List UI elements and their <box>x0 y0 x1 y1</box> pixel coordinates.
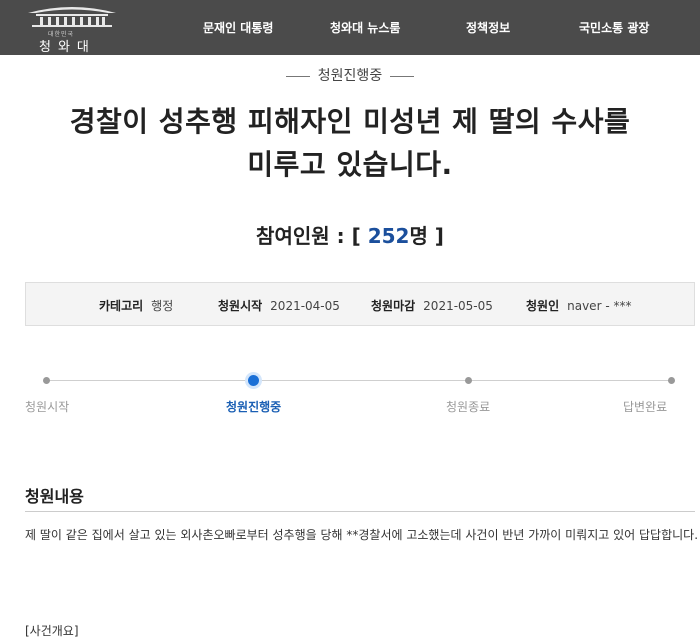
meta-category-key: 카테고리 <box>99 299 144 313</box>
meta-author-key: 청원인 <box>526 299 560 313</box>
cheongwadae-logo[interactable]: 대한민국 청와대 <box>14 3 124 55</box>
nav-public-square[interactable]: 국민소통 광장 <box>579 0 649 55</box>
meta-end-value: 2021-05-05 <box>423 299 493 313</box>
meta-end-key: 청원마감 <box>371 299 416 313</box>
meta-category-value: 행정 <box>151 299 174 313</box>
petition-content-heading: 청원내용 <box>25 487 84 506</box>
progress-step-start: 청원시작 <box>25 400 70 414</box>
progress-dot-start <box>43 377 50 384</box>
meta-end-date: 청원마감 2021-05-05 <box>371 297 493 314</box>
content-divider <box>25 511 695 512</box>
nav-president[interactable]: 문재인 대통령 <box>203 0 273 55</box>
meta-start-key: 청원시작 <box>218 299 263 313</box>
meta-category: 카테고리 행정 <box>99 297 173 314</box>
progress-step-answered: 답변완료 <box>623 400 668 414</box>
participants-label: 참여인원 : [ <box>256 224 361 248</box>
participants-count: 참여인원 : [ 252명 ] <box>0 220 700 249</box>
meta-author: 청원인 naver - *** <box>526 297 631 314</box>
petition-title: 경찰이 성추행 피해자인 미성년 제 딸의 수사를 미루고 있습니다. <box>30 100 670 186</box>
nav-policy-info[interactable]: 정책정보 <box>466 0 510 55</box>
progress-dot-closed <box>465 377 472 384</box>
progress-dot-answered <box>668 377 675 384</box>
progress-step-closed: 청원종료 <box>446 400 491 414</box>
top-navigation-bar: 대한민국 청와대 문재인 대통령 청와대 뉴스룸 정책정보 국민소통 광장 <box>0 0 700 55</box>
petition-content-paragraph: 제 딸이 같은 집에서 살고 있는 외사촌오빠로부터 성추행을 당해 **경찰서… <box>25 528 699 542</box>
status-right-rule <box>390 75 415 77</box>
meta-start-date: 청원시작 2021-04-05 <box>218 297 340 314</box>
meta-author-value: naver - *** <box>567 299 632 313</box>
petition-status-label: 청원진행중 <box>317 68 383 84</box>
nav-newsroom[interactable]: 청와대 뉴스룸 <box>330 0 400 55</box>
petition-title-line-1: 경찰이 성추행 피해자인 미성년 제 딸의 수사를 <box>69 105 631 138</box>
status-left-rule <box>285 75 310 77</box>
participants-suffix: 명 ] <box>409 224 444 248</box>
progress-track <box>47 380 672 381</box>
logo-title: 청와대 <box>39 40 96 55</box>
petition-meta-box: 카테고리 행정 청원시작 2021-04-05 청원마감 2021-05-05 청원인… <box>25 282 695 326</box>
participants-number: 252 <box>367 224 410 248</box>
progress-dot-in-progress <box>248 375 259 386</box>
blue-house-roof-icon <box>28 7 116 27</box>
progress-step-in-progress: 청원진행중 <box>226 400 282 414</box>
meta-start-value: 2021-04-05 <box>270 299 340 313</box>
petition-status-tag: 청원진행중 <box>0 65 700 85</box>
case-summary-label: [사건개요] <box>25 624 79 638</box>
petition-title-line-2: 미루고 있습니다. <box>247 148 453 181</box>
